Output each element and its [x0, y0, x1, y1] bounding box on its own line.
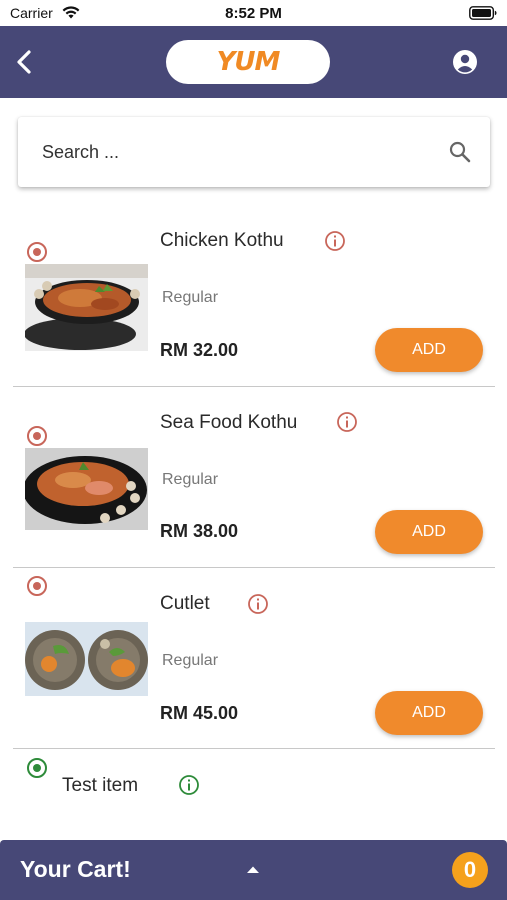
app-logo: YUM — [166, 40, 330, 84]
non-veg-indicator-icon — [27, 576, 47, 596]
item-variant: Regular — [162, 652, 219, 669]
back-arrow-icon — [17, 50, 31, 74]
item-variant: Regular — [162, 289, 219, 306]
non-veg-indicator-icon — [27, 426, 47, 446]
account-circle-icon[interactable] — [451, 48, 479, 76]
app-bar: YUM — [0, 26, 507, 98]
item-variant: Regular — [162, 471, 219, 488]
item-name: Cutlet — [160, 593, 210, 614]
back-button[interactable] — [8, 44, 40, 80]
search-icon[interactable] — [448, 140, 472, 164]
non-veg-indicator-icon — [27, 242, 47, 262]
veg-indicator-icon — [27, 758, 47, 778]
caret-up-icon[interactable] — [246, 865, 260, 874]
item-divider — [13, 567, 495, 568]
info-icon[interactable] — [324, 230, 346, 252]
cutlet-plates-image — [25, 622, 148, 696]
search-input[interactable] — [42, 117, 432, 187]
item-name: Sea Food Kothu — [160, 412, 298, 433]
info-icon[interactable] — [247, 593, 269, 615]
seafood-rice-dish-image — [25, 448, 148, 530]
item-divider — [13, 386, 495, 387]
fried-rice-dish-image — [25, 264, 148, 351]
add-button[interactable]: ADD — [375, 328, 483, 372]
item-name: Test item — [62, 775, 139, 796]
add-button[interactable]: ADD — [375, 510, 483, 554]
status-time: 8:52 PM — [225, 5, 282, 22]
add-button[interactable]: ADD — [375, 691, 483, 735]
status-bar: Carrier 8:52 PM — [0, 0, 507, 26]
cart-count-badge: 0 — [452, 852, 488, 888]
cart-bar[interactable]: Your Cart! 0 — [0, 840, 507, 900]
info-icon[interactable] — [178, 774, 200, 796]
logo-text: YUM — [216, 47, 281, 77]
item-price: RM 45.00 — [160, 703, 239, 723]
item-price: RM 38.00 — [160, 521, 239, 541]
cart-title: Your Cart! — [20, 856, 131, 882]
info-icon[interactable] — [336, 411, 358, 433]
search-bar — [18, 117, 490, 187]
battery-icon — [469, 6, 497, 20]
item-price: RM 32.00 — [160, 340, 239, 360]
item-name: Chicken Kothu — [160, 230, 284, 251]
item-divider — [13, 748, 495, 749]
